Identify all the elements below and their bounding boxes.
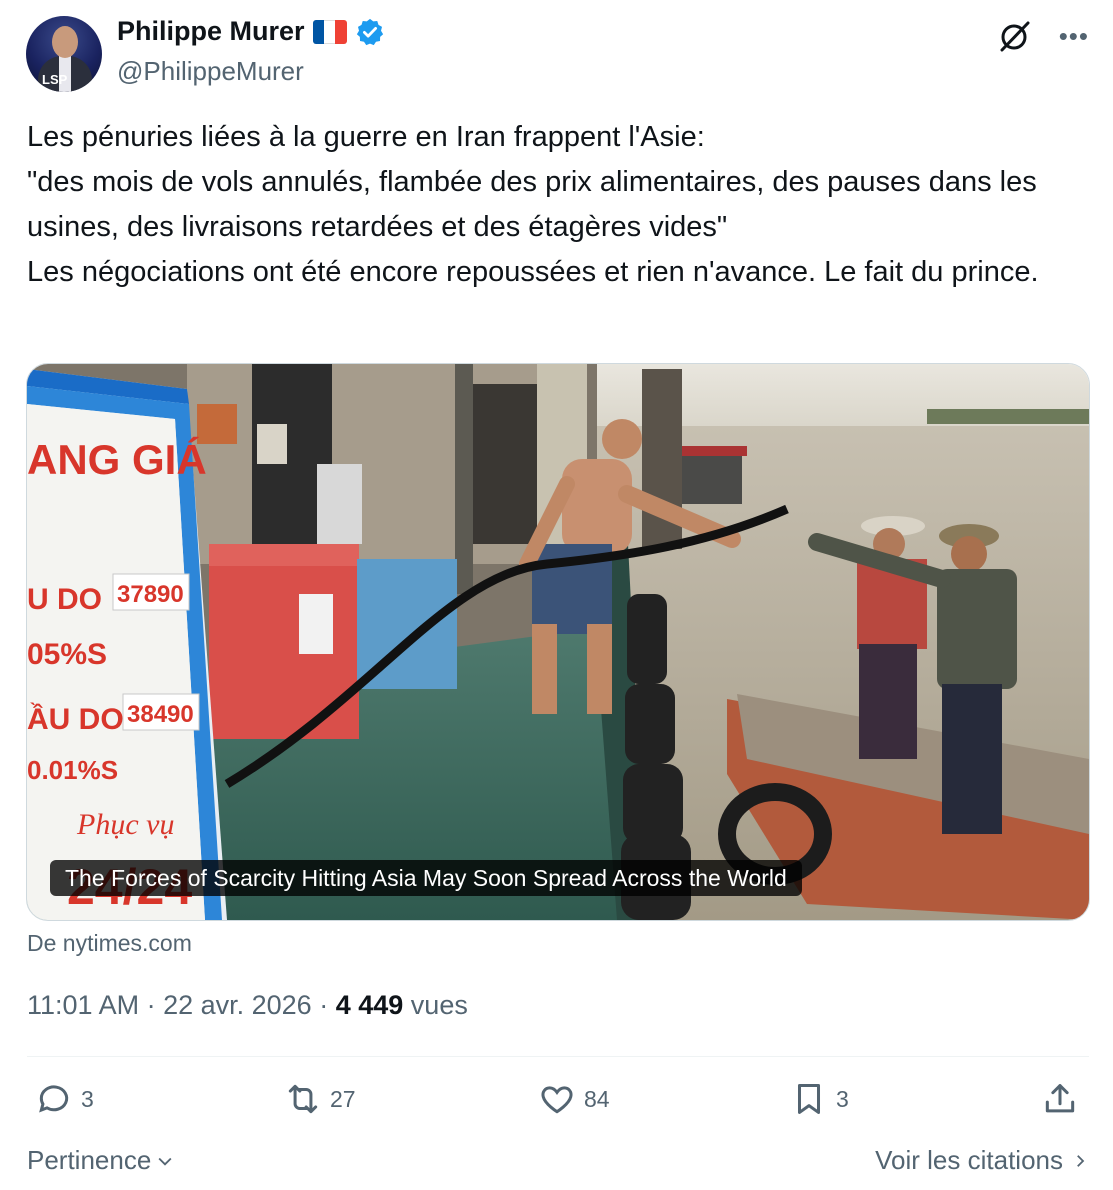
- sign-line2b: 0.01%S: [27, 755, 118, 785]
- verified-icon: [356, 18, 383, 45]
- quotes-link[interactable]: Voir les citations: [875, 1145, 1089, 1176]
- quotes-label: Voir les citations: [875, 1145, 1063, 1175]
- repost-button[interactable]: 27: [284, 1080, 356, 1118]
- chevron-right-icon: [1077, 1154, 1085, 1167]
- repost-count: 27: [330, 1085, 356, 1112]
- sign-line2: ẦU DO: [27, 702, 124, 736]
- action-bar: 3 27 84 3: [27, 1080, 1087, 1126]
- divider: [27, 1056, 1089, 1057]
- like-count: 84: [584, 1085, 610, 1112]
- like-icon: [541, 1086, 573, 1114]
- tweet-text: Les pénuries liées à la guerre en Iran f…: [27, 121, 1039, 288]
- tweet-time[interactable]: 11:01 AM: [27, 990, 139, 1020]
- sign-line1b: 05%S: [27, 638, 107, 671]
- card-caption[interactable]: The Forces of Scarcity Hitting Asia May …: [50, 860, 802, 896]
- author-handle[interactable]: @PhilippeMurer: [117, 56, 304, 87]
- chevron-down-icon: [158, 1157, 172, 1166]
- sign-footer: Phục vụ: [76, 808, 174, 841]
- sign-line1: U DO: [27, 583, 102, 616]
- tweet-date[interactable]: 22 avr. 2026: [163, 990, 312, 1020]
- tweet-meta: 11:01 AM · 22 avr. 2026 · 4 449 vues: [27, 990, 468, 1020]
- link-card[interactable]: ANG GIÁ U DO 05%S 37890 ẦU DO 0.01%S 384…: [26, 363, 1090, 921]
- sort-label: Pertinence: [27, 1145, 152, 1175]
- sign-price1: 37890: [117, 581, 184, 608]
- top-actions: •••: [997, 18, 1089, 54]
- sort-dropdown[interactable]: Pertinence: [27, 1145, 175, 1176]
- views-label: vues: [410, 990, 468, 1020]
- repost-icon: [288, 1084, 318, 1114]
- avatar-head: [52, 26, 78, 58]
- author-name[interactable]: Philippe Murer: [117, 16, 305, 47]
- sign-header: ANG GIÁ: [27, 436, 207, 483]
- reply-icon: [39, 1085, 69, 1113]
- views-count: 4 449: [335, 990, 404, 1020]
- avatar[interactable]: LSP: [26, 16, 102, 92]
- reply-button[interactable]: 3: [35, 1080, 94, 1118]
- share-icon: [1045, 1084, 1075, 1113]
- card-source[interactable]: De nytimes.com: [27, 930, 192, 957]
- more-icon[interactable]: •••: [1059, 23, 1089, 49]
- bookmark-icon: [797, 1084, 821, 1114]
- grok-icon[interactable]: [997, 18, 1033, 54]
- like-button[interactable]: 84: [538, 1080, 610, 1118]
- share-button[interactable]: [1041, 1080, 1079, 1118]
- bookmark-button[interactable]: 3: [790, 1080, 849, 1118]
- french-flag-icon: [312, 19, 347, 44]
- bookmark-count: 3: [836, 1085, 849, 1112]
- reply-count: 3: [81, 1085, 94, 1112]
- avatar-logo: LSP: [42, 72, 68, 87]
- sign-price2: 38490: [127, 701, 194, 728]
- article-photo: ANG GIÁ U DO 05%S 37890 ẦU DO 0.01%S 384…: [27, 364, 1089, 920]
- author-name-row[interactable]: Philippe Murer: [117, 16, 385, 47]
